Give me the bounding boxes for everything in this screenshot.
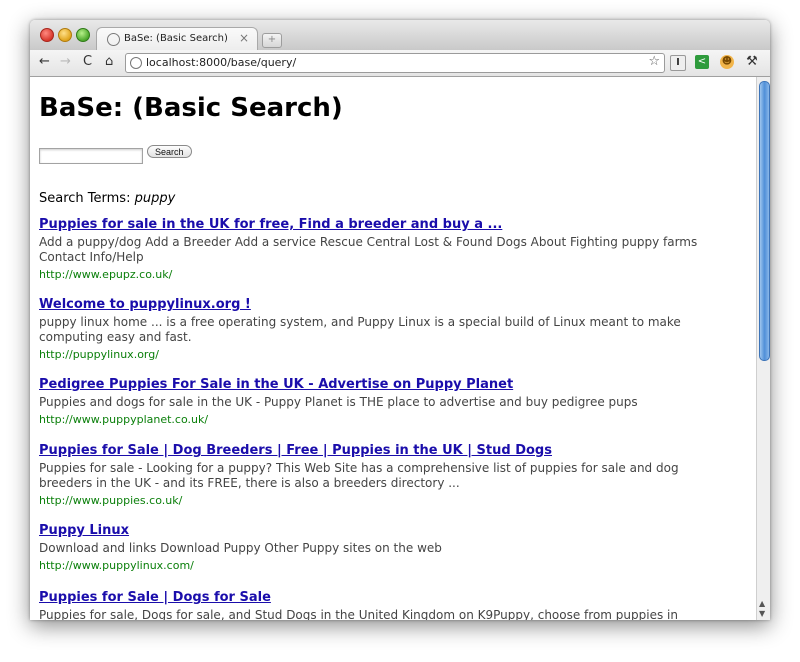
tab-close-icon[interactable]: × [239, 31, 249, 45]
page-info-icon[interactable] [130, 57, 142, 69]
search-button[interactable]: Search [147, 145, 192, 158]
search-terms: Search Terms: puppy [39, 191, 175, 206]
text-cursor-icon[interactable]: I [670, 55, 686, 71]
browser-window: BaSe: (Basic Search) × + ← → C ⌂ localho… [30, 20, 770, 620]
scroll-down-arrow-icon[interactable]: ▼ [759, 609, 765, 618]
wrench-icon[interactable]: ⚒ [745, 55, 759, 69]
result-snippet: puppy linux home ... is a free operating… [39, 315, 681, 344]
browser-toolbar: ← → C ⌂ localhost:8000/base/query/ ☆ I <… [30, 50, 770, 77]
result-url: http://www.puppies.co.uk/ [39, 494, 183, 507]
reload-icon[interactable]: C [83, 54, 92, 70]
result-url: http://www.puppyplanet.co.uk/ [39, 413, 209, 426]
result-title-link[interactable]: Puppies for Sale | Dog Breeders | Free |… [39, 443, 699, 458]
search-terms-value: puppy [134, 191, 176, 206]
home-icon[interactable]: ⌂ [105, 54, 113, 70]
page-viewport: BaSe: (Basic Search) Search Search Terms… [30, 77, 756, 620]
bookmark-star-icon[interactable]: ☆ [648, 54, 660, 69]
address-url[interactable]: localhost:8000/base/query/ [146, 56, 296, 69]
result-title-link[interactable]: Puppies for sale in the UK for free, Fin… [39, 217, 699, 232]
scrollbar-thumb[interactable] [759, 81, 770, 361]
cookie-icon[interactable]: ☻ [720, 55, 734, 69]
globe-icon [107, 33, 120, 46]
maximize-window-button[interactable] [76, 28, 90, 42]
result-snippet: Download and links Download Puppy Other … [39, 541, 442, 555]
title-bar: BaSe: (Basic Search) × + [30, 20, 770, 52]
close-window-button[interactable] [40, 28, 54, 42]
page-title: BaSe: (Basic Search) [39, 93, 343, 123]
forward-arrow-icon[interactable]: → [60, 54, 71, 70]
scroll-up-arrow-icon[interactable]: ▲ [759, 599, 765, 608]
minimize-window-button[interactable] [58, 28, 72, 42]
back-arrow-icon[interactable]: ← [39, 54, 50, 70]
browser-tab[interactable]: BaSe: (Basic Search) × [96, 27, 258, 52]
result-item: Puppies for Sale | Dogs for Sale Puppies… [39, 590, 699, 620]
result-url: http://www.puppylinux.com/ [39, 559, 194, 572]
result-title-link[interactable]: Puppies for Sale | Dogs for Sale [39, 590, 699, 605]
address-bar[interactable]: localhost:8000/base/query/ ☆ [125, 53, 665, 73]
result-item: Pedigree Puppies For Sale in the UK - Ad… [39, 377, 699, 426]
result-snippet: Add a puppy/dog Add a Breeder Add a serv… [39, 235, 698, 264]
result-title-link[interactable]: Puppy Linux [39, 523, 699, 538]
result-url: http://www.epupz.co.uk/ [39, 268, 173, 281]
result-item: Puppies for Sale | Dog Breeders | Free |… [39, 443, 699, 507]
result-snippet: Puppies for sale, Dogs for sale, and Stu… [39, 608, 678, 620]
vertical-scrollbar[interactable]: ▲ ▼ [756, 77, 770, 620]
tab-title: BaSe: (Basic Search) [124, 33, 228, 44]
new-tab-button[interactable]: + [262, 33, 282, 48]
result-item: Puppies for sale in the UK for free, Fin… [39, 217, 699, 281]
result-item: Welcome to puppylinux.org ! puppy linux … [39, 297, 699, 361]
result-snippet: Puppies and dogs for sale in the UK - Pu… [39, 395, 638, 409]
share-icon[interactable]: < [695, 55, 709, 69]
result-title-link[interactable]: Welcome to puppylinux.org ! [39, 297, 699, 312]
search-input[interactable] [39, 147, 143, 164]
search-terms-label: Search Terms: [39, 191, 131, 206]
search-form: Search [39, 145, 192, 164]
result-snippet: Puppies for sale - Looking for a puppy? … [39, 461, 679, 490]
result-url: http://puppylinux.org/ [39, 348, 159, 361]
result-item: Puppy Linux Download and links Download … [39, 523, 699, 572]
result-title-link[interactable]: Pedigree Puppies For Sale in the UK - Ad… [39, 377, 699, 392]
